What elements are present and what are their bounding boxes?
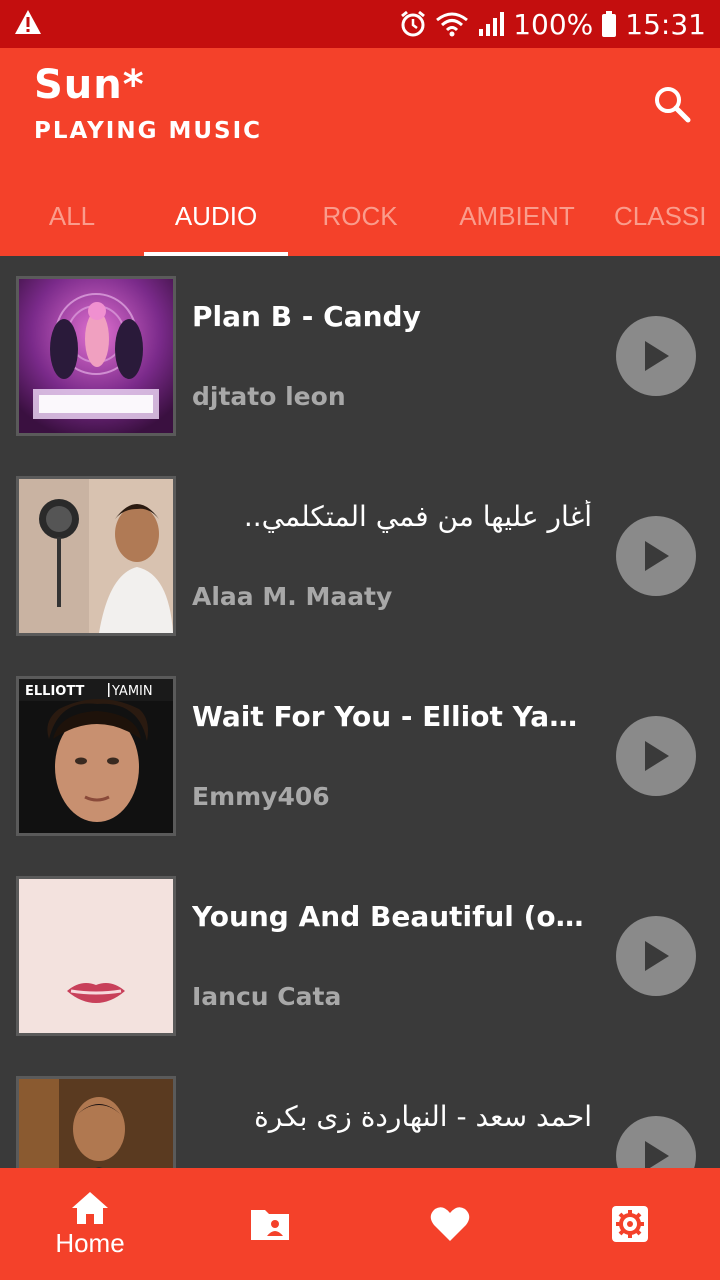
play-button[interactable] <box>616 516 696 596</box>
play-icon <box>645 741 669 771</box>
nav-favorites[interactable] <box>360 1168 540 1280</box>
track-title: أغار عليها من فمي المتكلمي.. <box>243 500 592 533</box>
play-button[interactable] <box>616 1116 696 1168</box>
nav-home[interactable]: Home <box>0 1168 180 1280</box>
play-button[interactable] <box>616 916 696 996</box>
track-title: احمد سعد - النهاردة زى بكرة <box>254 1100 592 1133</box>
tab-rock[interactable]: ROCK <box>288 176 432 256</box>
cover-text-left: ELLIOTT <box>25 684 85 699</box>
track-artist: Alaa M. Maaty <box>192 582 393 611</box>
app-subtitle: PLAYING MUSIC <box>34 118 263 144</box>
track-title: Young And Beautiful (os... <box>192 900 592 933</box>
status-bar: 100% 15:31 <box>0 0 720 48</box>
track-artist: Emmy406 <box>192 782 330 811</box>
app-title: Sun* <box>34 62 145 108</box>
tab-classic[interactable]: CLASSI <box>602 176 720 256</box>
track-artist: Iancu Cata <box>192 982 342 1011</box>
album-cover <box>16 1076 176 1168</box>
clock: 15:31 <box>625 7 706 41</box>
album-cover <box>16 476 176 636</box>
alarm-icon <box>399 10 427 38</box>
track-item[interactable]: أغار عليها من فمي المتكلمي.. Alaa M. Maa… <box>0 456 720 656</box>
play-button[interactable] <box>616 316 696 396</box>
battery-percent: 100% <box>513 7 594 41</box>
play-icon <box>645 541 669 571</box>
play-icon <box>645 1141 669 1168</box>
home-icon <box>72 1191 108 1224</box>
album-cover <box>16 876 176 1036</box>
app-toolbar: Sun* PLAYING MUSIC ALL AUDIO ROCK AMBIEN… <box>0 48 720 256</box>
category-tabs: ALL AUDIO ROCK AMBIENT CLASSI <box>0 176 720 256</box>
track-artist: djtato leon <box>192 382 346 411</box>
tab-audio[interactable]: AUDIO <box>144 176 288 256</box>
search-button[interactable] <box>646 78 698 130</box>
tab-all[interactable]: ALL <box>0 176 144 256</box>
album-cover: ELLIOTT YAMIN <box>16 676 176 836</box>
nav-settings[interactable] <box>540 1168 720 1280</box>
track-title: Plan B - Candy <box>192 300 421 333</box>
signal-icon <box>477 11 505 37</box>
track-list: Plan B - Candy djtato leon أغار عليها من… <box>0 256 720 1168</box>
play-button[interactable] <box>616 716 696 796</box>
play-icon <box>645 341 669 371</box>
search-icon <box>655 87 691 123</box>
track-title: Wait For You - Elliot Yamin <box>192 700 592 733</box>
nav-folder[interactable] <box>180 1168 360 1280</box>
tab-ambient[interactable]: AMBIENT <box>432 176 602 256</box>
heart-icon <box>430 1207 470 1241</box>
track-item[interactable]: احمد سعد - النهاردة زى بكرة <box>0 1056 720 1168</box>
cover-text-right: YAMIN <box>111 684 153 699</box>
battery-icon <box>601 11 617 37</box>
warning-icon <box>14 9 42 40</box>
wifi-icon <box>435 10 469 38</box>
track-item[interactable]: Plan B - Candy djtato leon <box>0 256 720 456</box>
nav-home-label: Home <box>55 1227 125 1258</box>
album-cover <box>16 276 176 436</box>
bottom-navigation: Home <box>0 1168 720 1280</box>
play-icon <box>645 941 669 971</box>
track-item[interactable]: ELLIOTT YAMIN Wait For You - Elliot Yami… <box>0 656 720 856</box>
settings-icon <box>612 1206 648 1242</box>
folder-user-icon <box>251 1210 289 1240</box>
track-item[interactable]: Young And Beautiful (os... Iancu Cata <box>0 856 720 1056</box>
